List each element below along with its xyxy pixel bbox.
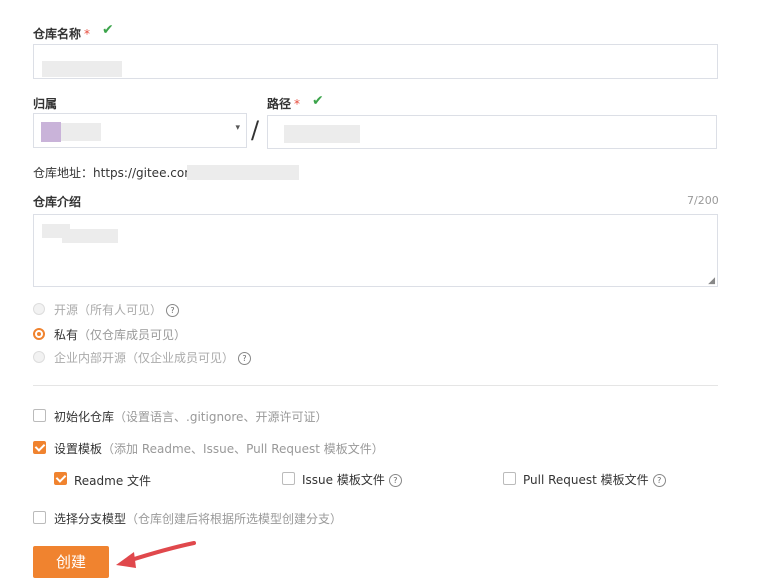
caret-down-icon: ▾ (235, 123, 240, 133)
option-open-source-hint: （所有人可见） (78, 303, 163, 317)
readme-label: Readme 文件 (74, 474, 152, 488)
templates-hint: （添加 Readme、Issue、Pull Request 模板文件） (102, 442, 384, 456)
resize-handle-icon[interactable]: ◢ (708, 276, 715, 286)
templates-label: 设置模板 (54, 442, 103, 456)
branch-model-option: 选择分支模型（仓库创建后将根据所选模型创建分支） (54, 510, 342, 527)
pr-template-label: Pull Request 模板文件 (523, 473, 649, 487)
help-icon[interactable]: ? (652, 474, 666, 487)
owner-avatar (41, 122, 61, 142)
help-icon[interactable]: ? (388, 474, 402, 487)
templates-checkbox[interactable] (33, 441, 46, 454)
init-repo-option: 初始化仓库（设置语言、.gitignore、开源许可证） (54, 408, 327, 425)
option-enterprise-hint: （仅企业成员可见） (126, 351, 235, 365)
branch-model-label: 选择分支模型 (54, 512, 127, 526)
description-label: 仓库介绍 (33, 195, 82, 209)
repo-name-label-text: 仓库名称 (33, 27, 82, 41)
option-open-source-label: 开源 (54, 303, 79, 317)
readme-checkbox[interactable] (54, 472, 67, 485)
divider (33, 385, 718, 386)
repo-name-input[interactable] (33, 44, 718, 79)
path-separator: / (251, 116, 260, 144)
description-counter: 7/200 (687, 194, 719, 207)
help-icon[interactable]: ? (238, 352, 252, 365)
redacted-value (62, 229, 118, 243)
redacted-value (42, 61, 122, 77)
repo-address: 仓库地址：https://gitee.com/ (33, 164, 200, 181)
path-label: 路径 * (267, 95, 300, 112)
redacted-value (61, 123, 101, 141)
required-mark: * (294, 97, 301, 111)
issue-template-checkbox[interactable] (282, 472, 295, 485)
description-textarea[interactable]: ◢ (33, 214, 718, 287)
init-repo-hint: （设置语言、.gitignore、开源许可证） (114, 410, 328, 424)
valid-check-icon: ✔ (102, 22, 114, 38)
option-private: 私有（仅仓库成员可见） (54, 326, 186, 343)
required-mark: * (84, 27, 91, 41)
repo-name-label: 仓库名称 * (33, 25, 90, 42)
option-enterprise-label: 企业内部开源 (54, 351, 127, 365)
init-repo-label: 初始化仓库 (54, 410, 115, 424)
radio-open-source[interactable] (33, 303, 45, 315)
repo-address-label: 仓库地址： (33, 166, 94, 180)
branch-model-checkbox[interactable] (33, 511, 46, 524)
pr-template-option: Pull Request 模板文件? (523, 471, 666, 488)
option-enterprise-internal: 企业内部开源（仅企业成员可见）? (54, 349, 252, 366)
create-button[interactable]: 创建 (33, 546, 109, 578)
path-input[interactable] (267, 115, 717, 149)
issue-template-label: Issue 模板文件 (302, 473, 385, 487)
option-private-label: 私有 (54, 328, 79, 342)
annotation-arrow-icon (116, 541, 196, 568)
issue-template-option: Issue 模板文件? (302, 471, 402, 488)
init-repo-checkbox[interactable] (33, 409, 46, 422)
pr-template-checkbox[interactable] (503, 472, 516, 485)
help-icon[interactable]: ? (166, 304, 180, 317)
path-label-text: 路径 (267, 97, 292, 111)
repo-address-url: https://gitee.com/ (93, 166, 200, 180)
redacted-value (284, 125, 360, 143)
option-private-hint: （仅仓库成员可见） (78, 328, 187, 342)
valid-check-icon: ✔ (312, 93, 324, 109)
option-open-source: 开源（所有人可见）? (54, 301, 180, 318)
redacted-value (187, 165, 299, 180)
owner-select[interactable]: ▾ (33, 113, 247, 148)
branch-model-hint: （仓库创建后将根据所选模型创建分支） (126, 512, 343, 526)
templates-option: 设置模板（添加 Readme、Issue、Pull Request 模板文件） (54, 440, 384, 457)
owner-label: 归属 (33, 97, 58, 111)
radio-private[interactable] (33, 328, 45, 340)
radio-enterprise-internal[interactable] (33, 351, 45, 363)
